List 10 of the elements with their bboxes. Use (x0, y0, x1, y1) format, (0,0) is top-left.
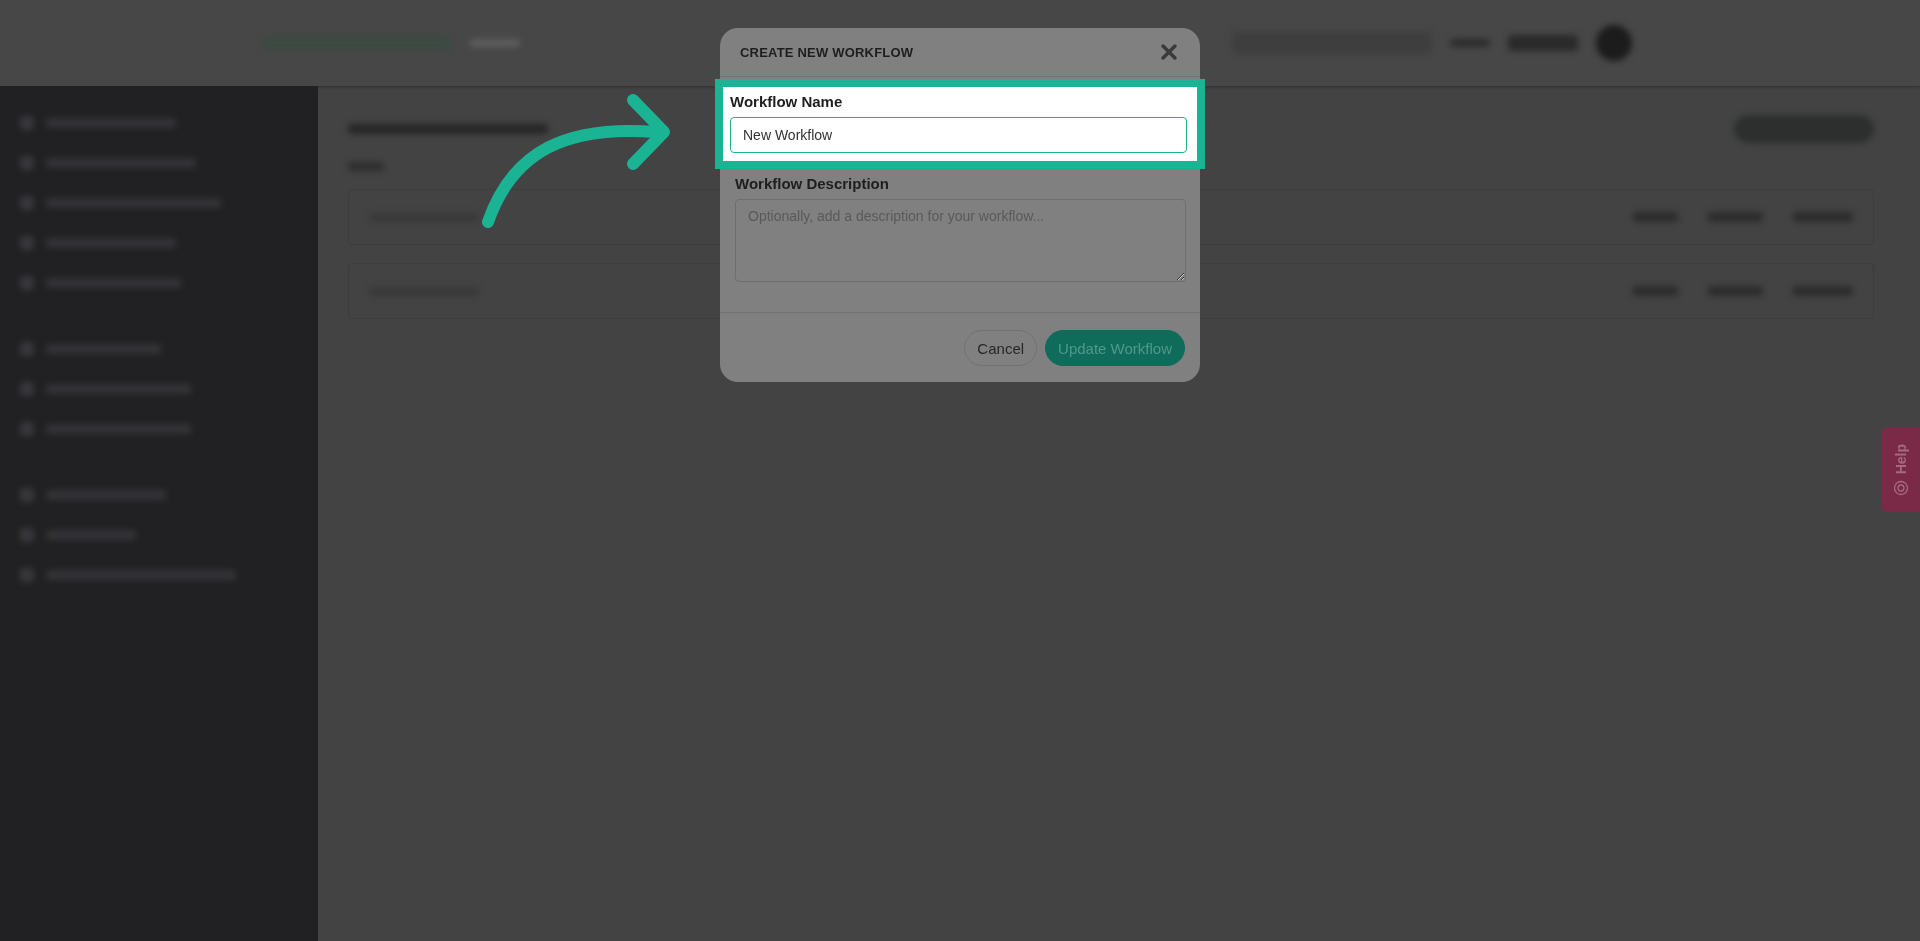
field-label: Workflow Description (735, 175, 890, 192)
avatar-icon (1596, 25, 1632, 61)
close-icon (1160, 43, 1178, 61)
lifebuoy-icon (1892, 480, 1909, 497)
field-label: Workflow Name (730, 93, 844, 110)
help-tab[interactable]: Help (1881, 428, 1920, 512)
close-button[interactable] (1158, 41, 1180, 63)
modal-title: CREATE NEW WORKFLOW (740, 44, 914, 60)
name-input[interactable]: New Workflow (730, 117, 1187, 153)
cancel-button[interactable]: Cancel (964, 330, 1038, 366)
